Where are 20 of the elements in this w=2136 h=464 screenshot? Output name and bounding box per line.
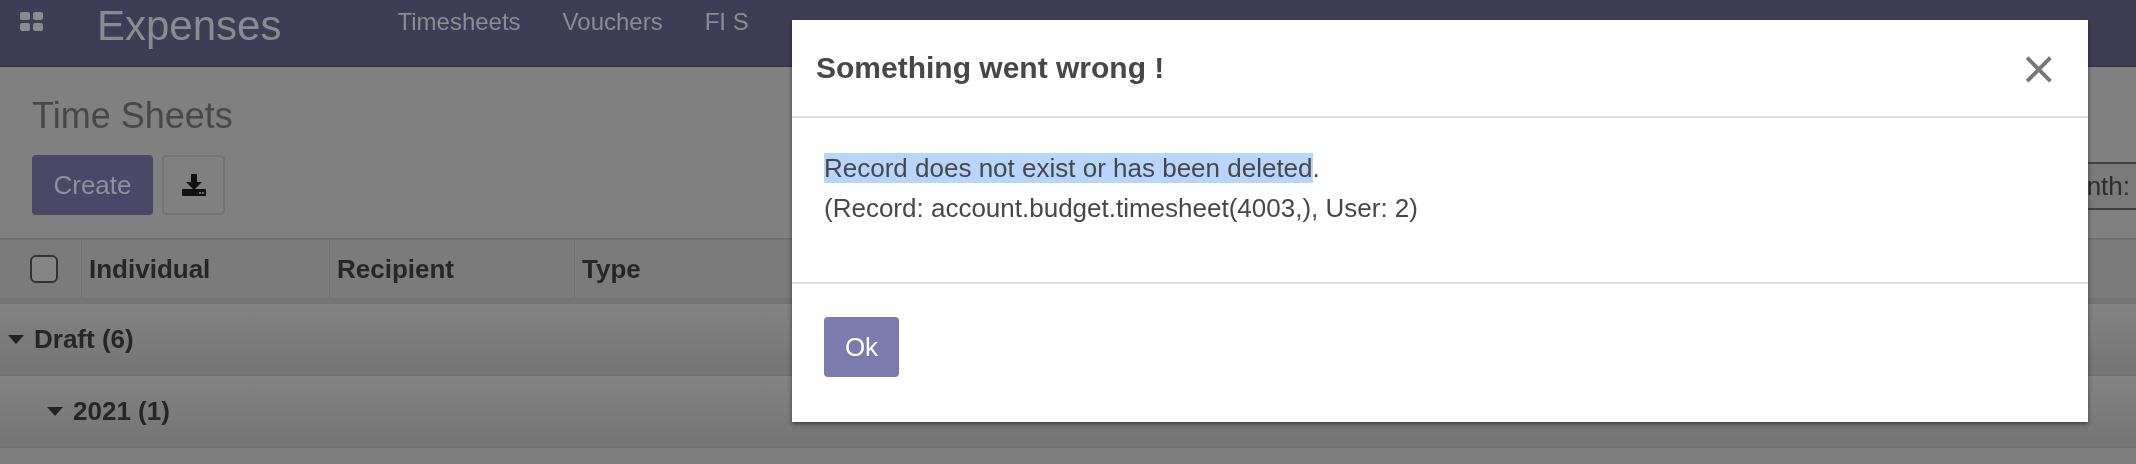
group-label: Draft (6) <box>34 324 134 355</box>
column-header[interactable]: Individual <box>82 240 330 298</box>
close-button[interactable]: × <box>2013 45 2064 91</box>
menu-item[interactable]: Timesheets <box>397 8 521 36</box>
apps-grid-icon[interactable] <box>20 12 44 32</box>
menu-item[interactable]: FI S <box>704 8 749 36</box>
create-button[interactable]: Create <box>32 155 153 215</box>
column-header[interactable]: Recipient <box>330 240 575 298</box>
ok-button[interactable]: Ok <box>824 317 899 377</box>
menu-item[interactable]: Vouchers <box>562 8 663 36</box>
error-detail: (Record: account.budget.timesheet(4003,), User: 2) <box>824 192 1419 225</box>
group-label: 2021 (1) <box>73 396 170 427</box>
error-message: Record does not exist or has been deleted. <box>824 152 1321 185</box>
select-all-checkbox[interactable] <box>30 255 58 283</box>
column-header[interactable]: Type <box>575 240 775 298</box>
page-title: Time Sheets <box>32 95 234 137</box>
download-button[interactable] <box>162 155 225 215</box>
download-icon <box>180 173 207 197</box>
dialog-title: Something went wrong ! <box>816 51 1165 85</box>
app-name[interactable]: Expenses <box>97 2 282 50</box>
